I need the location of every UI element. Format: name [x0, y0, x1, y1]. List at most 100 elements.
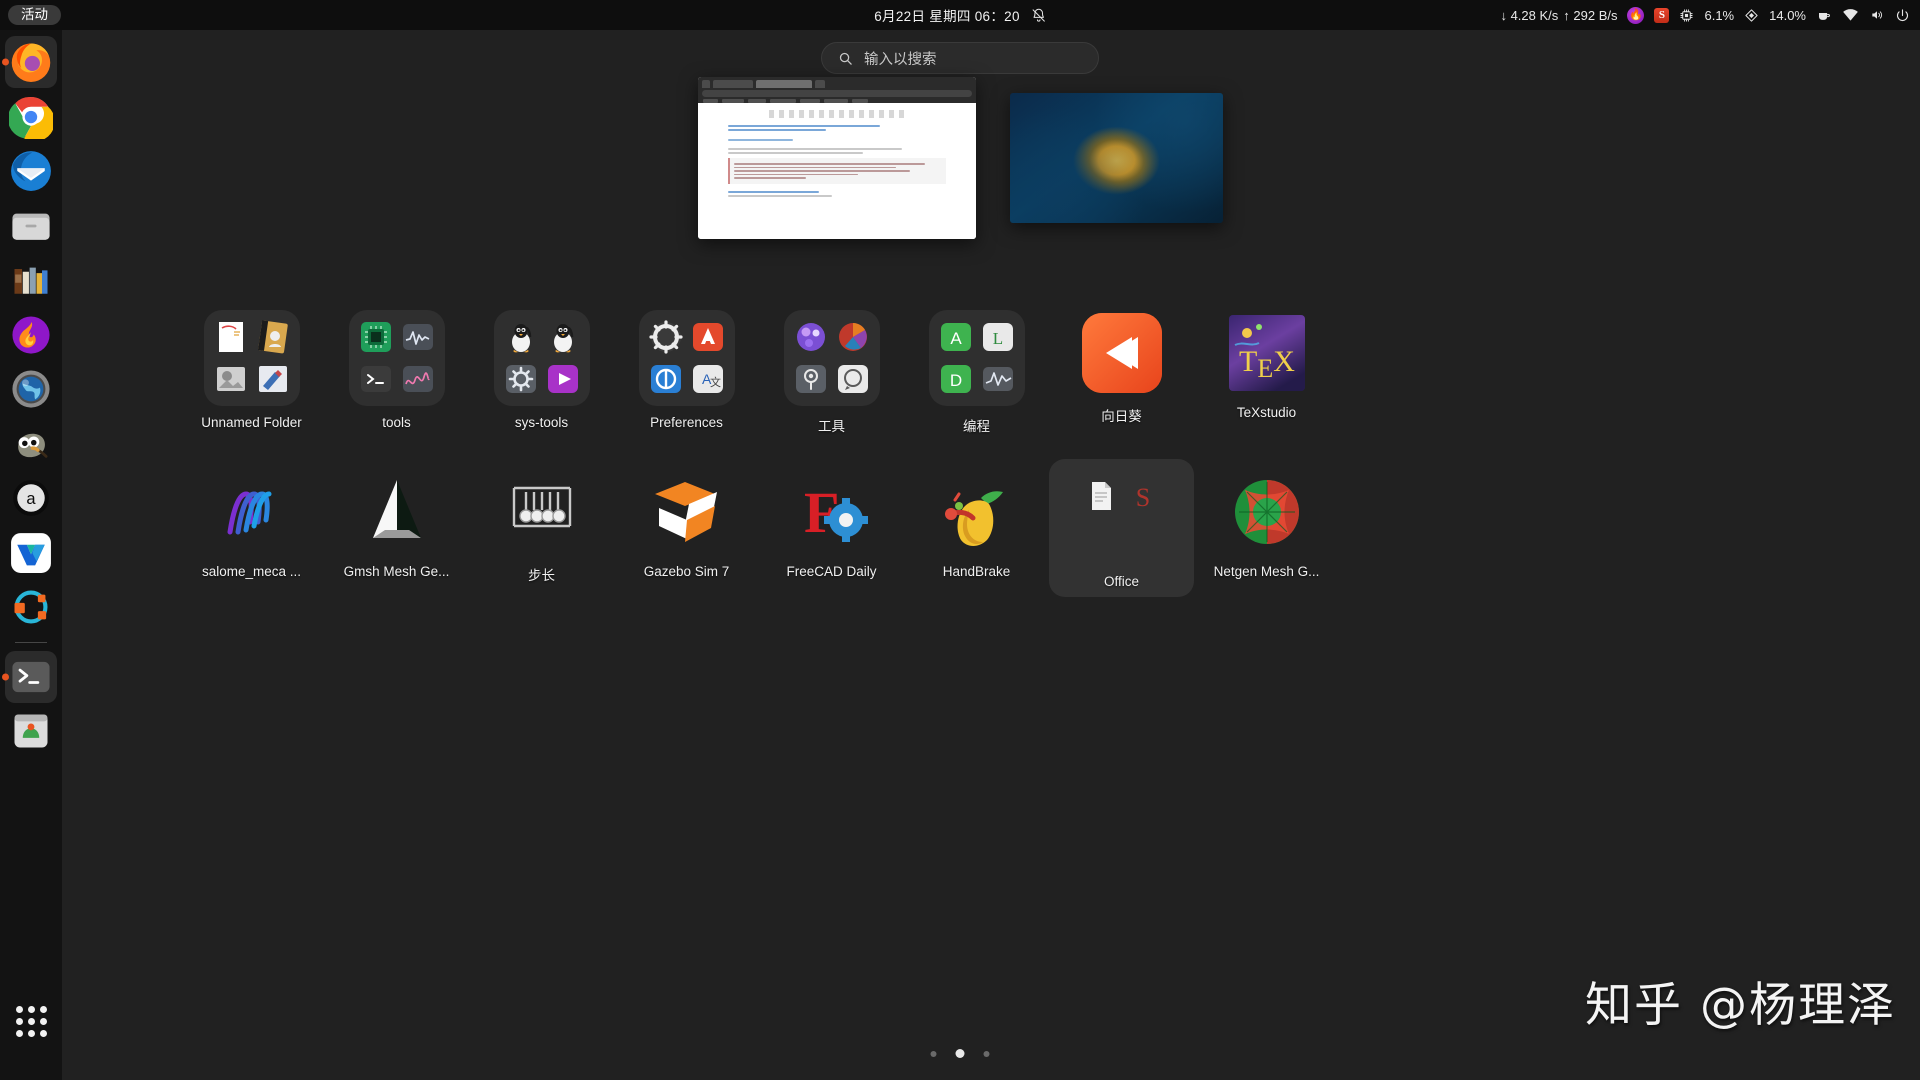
grid-item-tools[interactable]: tools [324, 300, 469, 443]
snipaste-icon[interactable]: S [1654, 7, 1670, 23]
system-monitor-mini-icon [400, 319, 436, 355]
clock-area[interactable]: 6月22日 星期四 06：20 [874, 5, 1046, 25]
biancheng-folder-icon: A L D [928, 310, 1025, 406]
power-icon[interactable] [1895, 8, 1910, 23]
dock-item-gimp[interactable] [5, 418, 57, 470]
cpu-icon [1679, 8, 1694, 23]
image-viewer-window-preview[interactable] [1009, 93, 1223, 223]
flame-icon [9, 313, 53, 357]
window-previews [0, 77, 1920, 239]
books-icon [9, 258, 53, 302]
dock-item-calibre[interactable] [5, 254, 57, 306]
grid-item-buchang[interactable]: 步长 [469, 459, 614, 597]
gimp-icon [9, 422, 53, 466]
grid-item-label: sys-tools [514, 415, 569, 430]
anaconda-a-mini-icon: A [938, 319, 974, 355]
dock-divider [15, 641, 47, 643]
running-indicator [2, 673, 9, 680]
grid-item-label: Gmsh Mesh Ge... [343, 564, 450, 579]
grid-item-sunlogin[interactable]: 向日葵 [1049, 300, 1194, 443]
clock-label: 6月22日 星期四 06：20 [874, 9, 1020, 24]
caffeine-icon[interactable] [1816, 8, 1832, 23]
dock-item-web-browser[interactable] [5, 363, 57, 415]
chat-mini-icon [835, 361, 871, 397]
dash-dock: a [0, 30, 62, 1080]
anaconda-icon: a [9, 476, 53, 520]
empty-slot [1083, 520, 1119, 556]
dia-mini-icon: D [938, 361, 974, 397]
cpu-usage-label: 6.1% [1704, 7, 1735, 23]
svg-text:S: S [1135, 483, 1149, 512]
grid-item-office[interactable]: S Office [1049, 459, 1194, 597]
grid-item-label: Office [1103, 574, 1139, 589]
grid-item-biancheng[interactable]: A L D 编程 [904, 300, 1049, 443]
grid-item-freecad[interactable]: F FreeCAD Daily [759, 459, 904, 597]
gazebo-icon [644, 469, 730, 555]
grid-item-sys-tools[interactable]: sys-tools [469, 300, 614, 443]
page-dot-3[interactable] [983, 1050, 990, 1057]
grid-item-handbrake[interactable]: HandBrake [904, 459, 1049, 597]
show-applications-button[interactable] [8, 998, 54, 1044]
search-icon [838, 51, 853, 66]
ring-icon [9, 585, 53, 629]
grid-item-gmsh[interactable]: Gmsh Mesh Ge... [324, 459, 469, 597]
search-placeholder: 输入以搜索 [864, 51, 937, 68]
grid-item-gongju[interactable]: 工具 [759, 300, 904, 443]
app-grid: Unnamed Folder tools sys-tools A 文 Prefe… [62, 300, 1920, 720]
browser-urlbar [701, 90, 972, 97]
dock-item-wps-office[interactable] [5, 527, 57, 579]
volume-icon[interactable] [1869, 8, 1885, 22]
browser-tabbar [698, 77, 976, 88]
grid-item-preferences[interactable]: A文 Preferences [614, 300, 759, 443]
grid-item-label: Unnamed Folder [201, 415, 302, 430]
terminal-mini-icon [358, 361, 394, 397]
grid-item-label: HandBrake [942, 564, 1011, 579]
netgen-icon [1224, 469, 1310, 555]
dock-item-terminal[interactable] [2, 650, 57, 703]
page-dot-2[interactable] [955, 1049, 965, 1058]
media-player-mini-icon [545, 361, 581, 397]
dock-item-chrome[interactable] [5, 91, 57, 143]
firefox-icon [9, 40, 53, 84]
browser-window-preview[interactable] [697, 77, 976, 239]
activities-button[interactable]: 活动 [8, 4, 61, 26]
page-indicator[interactable] [930, 1049, 990, 1058]
grid-item-texstudio[interactable]: TEX TeXstudio [1194, 300, 1339, 443]
tux-mini-icon [545, 319, 581, 355]
svg-text:a: a [26, 490, 36, 508]
search-input[interactable]: 输入以搜索 [821, 42, 1099, 74]
wifi-icon[interactable] [1842, 8, 1859, 22]
grid-item-unnamed-folder[interactable]: Unnamed Folder [179, 300, 324, 443]
thunderbird-icon [9, 149, 53, 193]
flameshot-icon[interactable]: 🔥 [1627, 6, 1645, 24]
svg-text:A: A [950, 329, 962, 348]
gnome-activities-overview: 活动 6月22日 星期四 06：20 ↓ 4.28 K/s ↑ 292 B/s … [0, 0, 1920, 1080]
svg-text:L: L [992, 329, 1002, 348]
dock-item-app-ring[interactable] [5, 581, 57, 633]
empty-slot [1125, 520, 1161, 556]
dock-item-firefox[interactable] [2, 36, 57, 88]
grid-item-label: 步长 [528, 568, 555, 583]
grid-item-salome-meca[interactable]: salome_meca ... [179, 459, 324, 597]
grid-item-netgen[interactable]: Netgen Mesh G... [1194, 459, 1339, 597]
dock-item-flameshot[interactable] [5, 309, 57, 361]
sigil-mini-icon: S [1125, 478, 1161, 514]
page-dot-1[interactable] [930, 1050, 937, 1057]
app-grid-row-2: salome_meca ... Gmsh Mesh Ge... 步长 Gazeb… [179, 459, 1920, 597]
gear-mini-icon [648, 319, 684, 355]
software-icon [9, 709, 53, 753]
system-tray[interactable]: ↓ 4.28 K/s ↑ 292 B/s 🔥 S 6.1% 14.0% [1500, 6, 1910, 24]
network-speed-indicator: ↓ 4.28 K/s ↑ 292 B/s [1500, 8, 1617, 23]
preferences-folder-icon: A文 [638, 310, 735, 406]
grid-item-gazebo[interactable]: Gazebo Sim 7 [614, 459, 759, 597]
watermark: 知乎 @杨理泽 [1585, 978, 1896, 1033]
settings-mini-icon [503, 361, 539, 397]
dock-item-files[interactable] [5, 200, 57, 252]
dock-item-thunderbird[interactable] [5, 145, 57, 197]
globe-lens-icon [9, 367, 53, 411]
dock-item-anaconda[interactable]: a [5, 472, 57, 524]
dock-item-ubuntu-software[interactable] [5, 705, 57, 757]
chart-mini-icon [835, 319, 871, 355]
tools-folder-icon [348, 310, 445, 406]
grid-item-label: TeXstudio [1236, 405, 1297, 420]
